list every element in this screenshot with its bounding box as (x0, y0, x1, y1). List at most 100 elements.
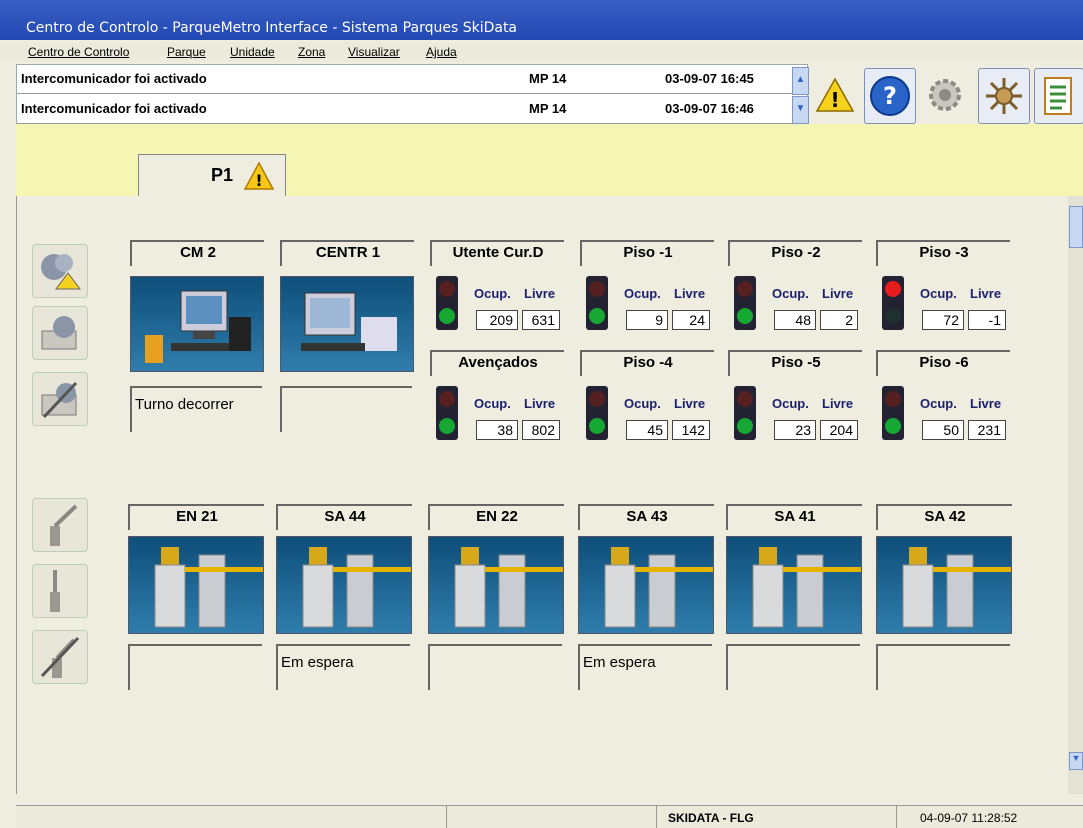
alarm-row[interactable]: Intercomunicador foi activado MP 14 03-0… (17, 95, 807, 124)
free-label: Livre (822, 396, 854, 411)
occupied-label: Ocup. (772, 286, 809, 301)
occupied-label: Ocup. (474, 396, 511, 411)
traffic-light-icon (882, 386, 904, 440)
occupied-label: Ocup. (624, 396, 661, 411)
gate-header[interactable]: SA 44 (276, 504, 412, 530)
workstation-image[interactable] (130, 276, 264, 372)
svg-text:!: ! (255, 171, 262, 190)
report-icon[interactable] (1034, 68, 1083, 124)
free-value: 24 (672, 310, 710, 330)
alarm-message: Intercomunicador foi activado (21, 101, 207, 116)
alarm-list[interactable]: Intercomunicador foi activado MP 14 03-0… (16, 64, 809, 126)
status-bar: SKIDATA - FLG 04-09-07 11:28:52 (16, 805, 1083, 828)
gate-status (428, 644, 562, 690)
barrier-image[interactable] (128, 536, 264, 634)
svg-text:!: ! (830, 88, 839, 112)
occupied-value: 38 (476, 420, 518, 440)
alarm-time: 03-09-07 16:45 (665, 71, 754, 86)
menu-bar: Centro de Controlo Parque Unidade Zona V… (0, 42, 1083, 62)
status-system: SKIDATA - FLG (668, 811, 754, 825)
alarm-view-icon[interactable] (32, 244, 88, 298)
menu-ajuda[interactable]: Ajuda (426, 45, 457, 59)
occupied-value: 48 (774, 310, 816, 330)
occupied-value: 9 (626, 310, 668, 330)
gate-status (726, 644, 860, 690)
free-value: 142 (672, 420, 710, 440)
free-value: 2 (820, 310, 858, 330)
status-datetime: 04-09-07 11:28:52 (920, 811, 1018, 825)
barrier-image[interactable] (876, 536, 1012, 634)
free-label: Livre (674, 396, 706, 411)
occupied-label: Ocup. (920, 396, 957, 411)
tab-p1[interactable]: P1 ! (138, 154, 286, 197)
occupied-value: 209 (476, 310, 518, 330)
alarm-row[interactable]: Intercomunicador foi activado MP 14 03-0… (17, 65, 807, 94)
barrier-image[interactable] (578, 536, 714, 634)
menu-visualizar[interactable]: Visualizar (348, 45, 400, 59)
unit-status (280, 386, 412, 432)
gate-header[interactable]: SA 42 (876, 504, 1012, 530)
occupied-label: Ocup. (772, 396, 809, 411)
counter-header[interactable]: Utente Cur.D (430, 240, 564, 266)
counter-header[interactable]: Avençados (430, 350, 564, 376)
free-label: Livre (674, 286, 706, 301)
barrier-closed-icon[interactable] (32, 564, 88, 618)
scroll-down-button[interactable]: ▼ (1069, 752, 1083, 770)
settings-icon[interactable] (920, 68, 970, 122)
free-label: Livre (822, 286, 854, 301)
scroll-thumb[interactable] (1069, 206, 1083, 248)
barrier-open-icon[interactable] (32, 498, 88, 552)
free-value: 631 (522, 310, 560, 330)
control-icon[interactable] (978, 68, 1030, 124)
occupied-value: 72 (922, 310, 964, 330)
counter-header[interactable]: Piso -4 (580, 350, 714, 376)
warning-icon[interactable]: ! (810, 68, 860, 122)
gate-header[interactable]: EN 22 (428, 504, 564, 530)
counter-header[interactable]: Piso -1 (580, 240, 714, 266)
workstation-image[interactable] (280, 276, 414, 372)
vertical-scrollbar[interactable]: ▼ (1068, 196, 1083, 794)
free-value: 204 (820, 420, 858, 440)
alarm-message: Intercomunicador foi activado (21, 71, 207, 86)
counter-header[interactable]: Piso -5 (728, 350, 862, 376)
free-value: 802 (522, 420, 560, 440)
warning-icon: ! (243, 161, 275, 196)
help-icon[interactable]: ? (864, 68, 916, 124)
traffic-light-icon (436, 386, 458, 440)
tab-label: P1 (211, 165, 234, 185)
occupied-value: 23 (774, 420, 816, 440)
menu-parque[interactable]: Parque (167, 45, 206, 59)
window-title: Centro de Controlo - ParqueMetro Interfa… (26, 20, 518, 36)
occupied-value: 50 (922, 420, 964, 440)
menu-centro-de-controlo[interactable]: Centro de Controlo (28, 45, 129, 59)
disabled-monitor-icon[interactable] (32, 372, 88, 426)
counter-header[interactable]: Piso -2 (728, 240, 862, 266)
menu-unidade[interactable]: Unidade (230, 45, 275, 59)
occupied-label: Ocup. (624, 286, 661, 301)
counter-header[interactable]: Piso -3 (876, 240, 1010, 266)
barrier-image[interactable] (726, 536, 862, 634)
occupied-value: 45 (626, 420, 668, 440)
traffic-light-icon (734, 276, 756, 330)
menu-zona[interactable]: Zona (298, 45, 325, 59)
traffic-light-icon (436, 276, 458, 330)
unit-header-centr1[interactable]: CENTR 1 (280, 240, 414, 266)
free-label: Livre (970, 396, 1002, 411)
gate-header[interactable]: SA 43 (578, 504, 714, 530)
unit-header-cm2[interactable]: CM 2 (130, 240, 264, 266)
alarm-unit: MP 14 (529, 101, 567, 116)
traffic-light-icon (734, 386, 756, 440)
barrier-image[interactable] (276, 536, 412, 634)
gate-header[interactable]: SA 41 (726, 504, 862, 530)
free-value: 231 (968, 420, 1006, 440)
title-bar: Centro de Controlo - ParqueMetro Interfa… (0, 0, 1083, 40)
barrier-disabled-icon[interactable] (32, 630, 88, 684)
counter-header[interactable]: Piso -6 (876, 350, 1010, 376)
gate-status (876, 644, 1010, 690)
traffic-light-icon (882, 276, 904, 330)
gate-header[interactable]: EN 21 (128, 504, 264, 530)
scroll-down-button[interactable]: ▼ (792, 96, 809, 124)
barrier-image[interactable] (428, 536, 564, 634)
card-alarm-icon[interactable] (32, 306, 88, 360)
scroll-up-button[interactable]: ▲ (792, 67, 809, 95)
